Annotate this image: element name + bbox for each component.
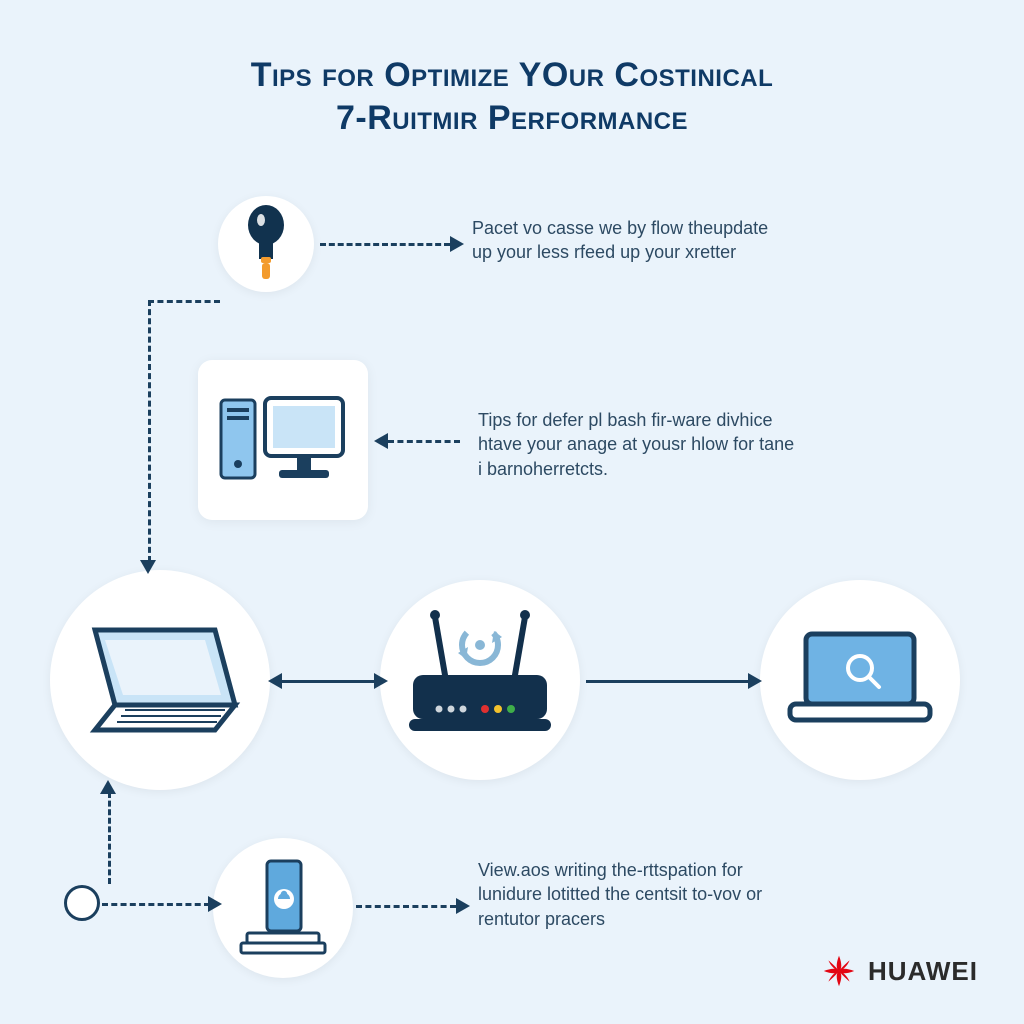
connector-vertical-spine — [148, 300, 151, 562]
connector-phone-text — [356, 905, 456, 908]
connector-node-icon — [64, 885, 100, 921]
huawei-petal-icon — [820, 952, 858, 990]
page-title: Tips for Optimize YOur Costinical 7-Ruit… — [0, 54, 1024, 139]
router-icon — [395, 605, 565, 755]
phone-tip-text: View.aos writing the-rttspation for luni… — [478, 858, 798, 931]
arrow-right-icon — [450, 236, 464, 252]
arrow-right-icon — [748, 673, 762, 689]
phone-dock-icon — [233, 853, 333, 963]
bulb-node — [218, 196, 314, 292]
title-line1: Tips for Optimize YOur Costinical — [251, 56, 774, 94]
connector-hollow-phone — [102, 903, 210, 906]
arrow-right-icon — [374, 673, 388, 689]
connector-computer-left — [388, 440, 460, 443]
arrow-right-icon — [208, 896, 222, 912]
desktop-tip-text: Tips for defer pl bash fir-ware divhice … — [478, 408, 798, 481]
desktop-computer-icon — [213, 380, 353, 500]
desktop-node — [198, 360, 368, 520]
laptop-right-node — [760, 580, 960, 780]
bulb-tip-text: Pacet vo casse we by flow theupdate up y… — [472, 216, 792, 265]
connector-bulb-right — [320, 243, 450, 246]
lightbulb-icon — [237, 205, 295, 283]
connector-bulb-left — [148, 300, 220, 303]
arrow-left-icon — [374, 433, 388, 449]
laptop-search-icon — [780, 620, 940, 740]
phone-dock-node — [213, 838, 353, 978]
connector-laptop-router — [282, 680, 374, 683]
router-node — [380, 580, 580, 780]
title-line2: 7-Ruitmir Performance — [0, 97, 1024, 140]
arrow-down-icon — [140, 560, 156, 574]
connector-router-laptop — [586, 680, 748, 683]
connector-laptop-down — [108, 792, 111, 884]
laptop-left-node — [50, 570, 270, 790]
arrow-up-icon — [100, 780, 116, 794]
arrow-right-icon — [456, 898, 470, 914]
brand-name: HUAWEI — [868, 956, 978, 987]
arrow-left-icon — [268, 673, 282, 689]
brand-logo: HUAWEI — [820, 952, 978, 990]
laptop-icon — [65, 610, 255, 750]
